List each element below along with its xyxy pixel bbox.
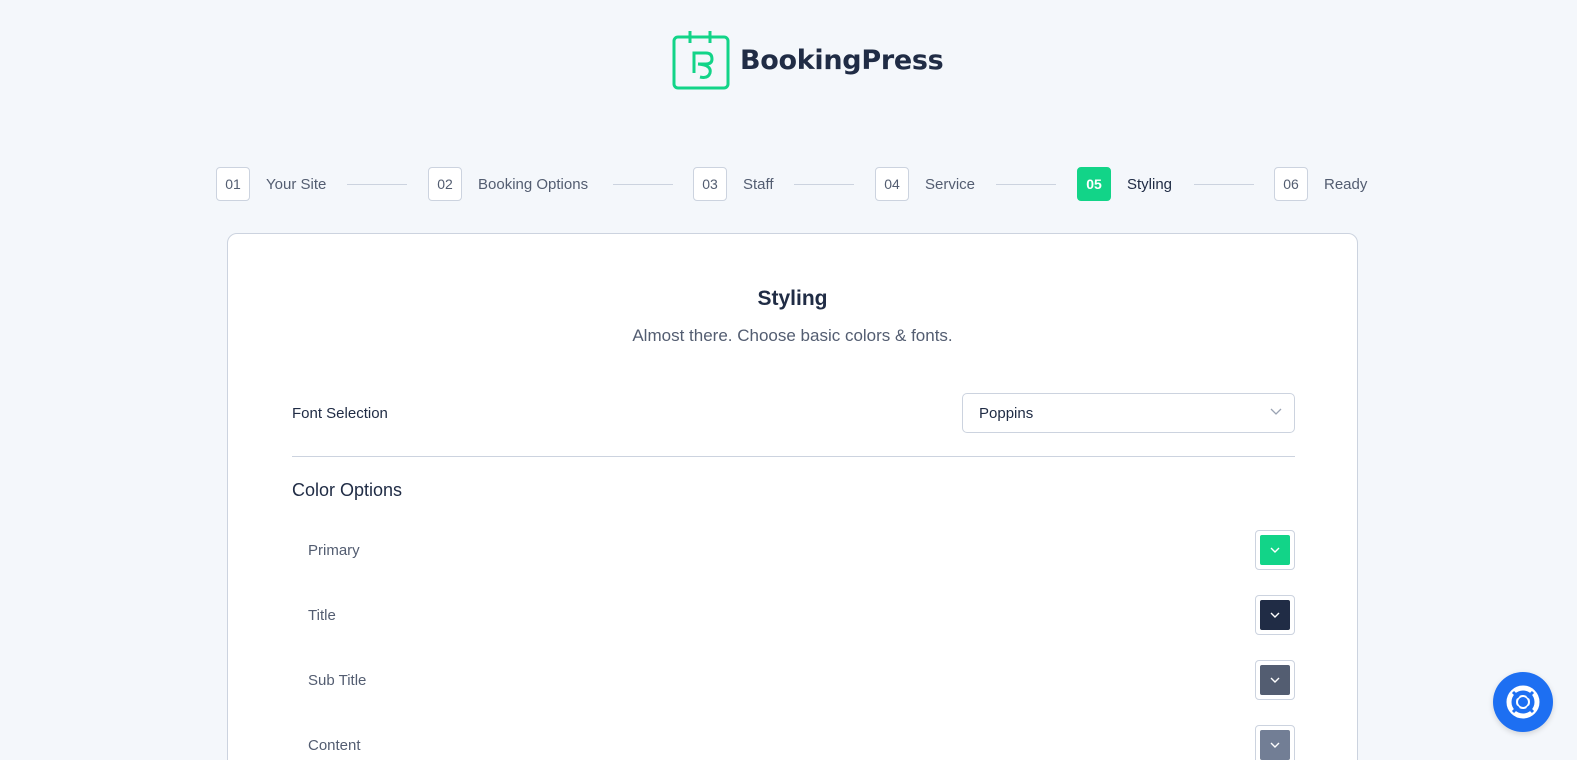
step-label: Styling — [1127, 175, 1173, 193]
step-connector — [347, 184, 407, 185]
color-swatch — [1260, 535, 1290, 565]
color-swatch — [1260, 600, 1290, 630]
step-your-site[interactable]: 01 Your Site — [216, 167, 326, 201]
bookingpress-logo-icon — [672, 31, 730, 90]
font-selection-label: Font Selection — [292, 405, 388, 422]
font-select-value: Poppins — [979, 404, 1034, 422]
page-title: Styling — [757, 287, 828, 310]
step-label: Service — [925, 175, 976, 193]
step-number: 03 — [693, 167, 727, 201]
content-color-picker[interactable] — [1255, 725, 1295, 760]
step-service[interactable]: 04 Service — [875, 167, 975, 201]
step-number: 04 — [875, 167, 909, 201]
step-connector — [996, 184, 1056, 185]
color-row-title: Title — [308, 595, 1295, 635]
chevron-down-icon — [1270, 547, 1280, 553]
step-connector — [613, 184, 673, 185]
sub-title-color-picker[interactable] — [1255, 660, 1295, 700]
color-swatch — [1260, 665, 1290, 695]
font-select[interactable]: Poppins — [962, 393, 1295, 433]
wizard-steps: 01 Your Site 02 Booking Options 03 Staff… — [216, 167, 1371, 201]
color-row-sub-title: Sub Title — [308, 660, 1295, 700]
styling-card: Styling Almost there. Choose basic color… — [227, 233, 1358, 760]
step-number: 06 — [1274, 167, 1308, 201]
step-connector — [794, 184, 854, 185]
color-options-title: Color Options — [292, 480, 403, 500]
step-label: Booking Options — [478, 175, 589, 193]
brand-logo: BookingPress — [672, 29, 944, 91]
step-number: 02 — [428, 167, 462, 201]
step-booking-options[interactable]: 02 Booking Options — [428, 167, 588, 201]
page-subtitle: Almost there. Choose basic colors & font… — [632, 326, 953, 345]
step-number: 05 — [1077, 167, 1111, 201]
chevron-down-icon — [1270, 408, 1282, 415]
step-staff[interactable]: 03 Staff — [693, 167, 774, 201]
color-label: Sub Title — [308, 671, 367, 689]
step-label: Staff — [743, 175, 774, 193]
step-styling[interactable]: 05 Styling — [1077, 167, 1172, 201]
lifebuoy-icon — [1506, 685, 1540, 719]
chevron-down-icon — [1270, 677, 1280, 683]
chevron-down-icon — [1270, 742, 1280, 748]
primary-color-picker[interactable] — [1255, 530, 1295, 570]
color-row-content: Content — [308, 725, 1295, 760]
step-connector — [1194, 184, 1254, 185]
help-button[interactable] — [1493, 672, 1553, 732]
color-label: Content — [308, 736, 361, 754]
chevron-down-icon — [1270, 612, 1280, 618]
brand-name: BookingPress — [740, 44, 944, 76]
color-label: Primary — [308, 541, 360, 559]
color-swatch — [1260, 730, 1290, 760]
step-label: Ready — [1324, 175, 1368, 193]
step-ready[interactable]: 06 Ready — [1274, 167, 1367, 201]
step-number: 01 — [216, 167, 250, 201]
color-row-primary: Primary — [308, 530, 1295, 570]
title-color-picker[interactable] — [1255, 595, 1295, 635]
section-divider — [292, 456, 1295, 457]
step-label: Your Site — [266, 175, 327, 193]
color-label: Title — [308, 606, 336, 624]
